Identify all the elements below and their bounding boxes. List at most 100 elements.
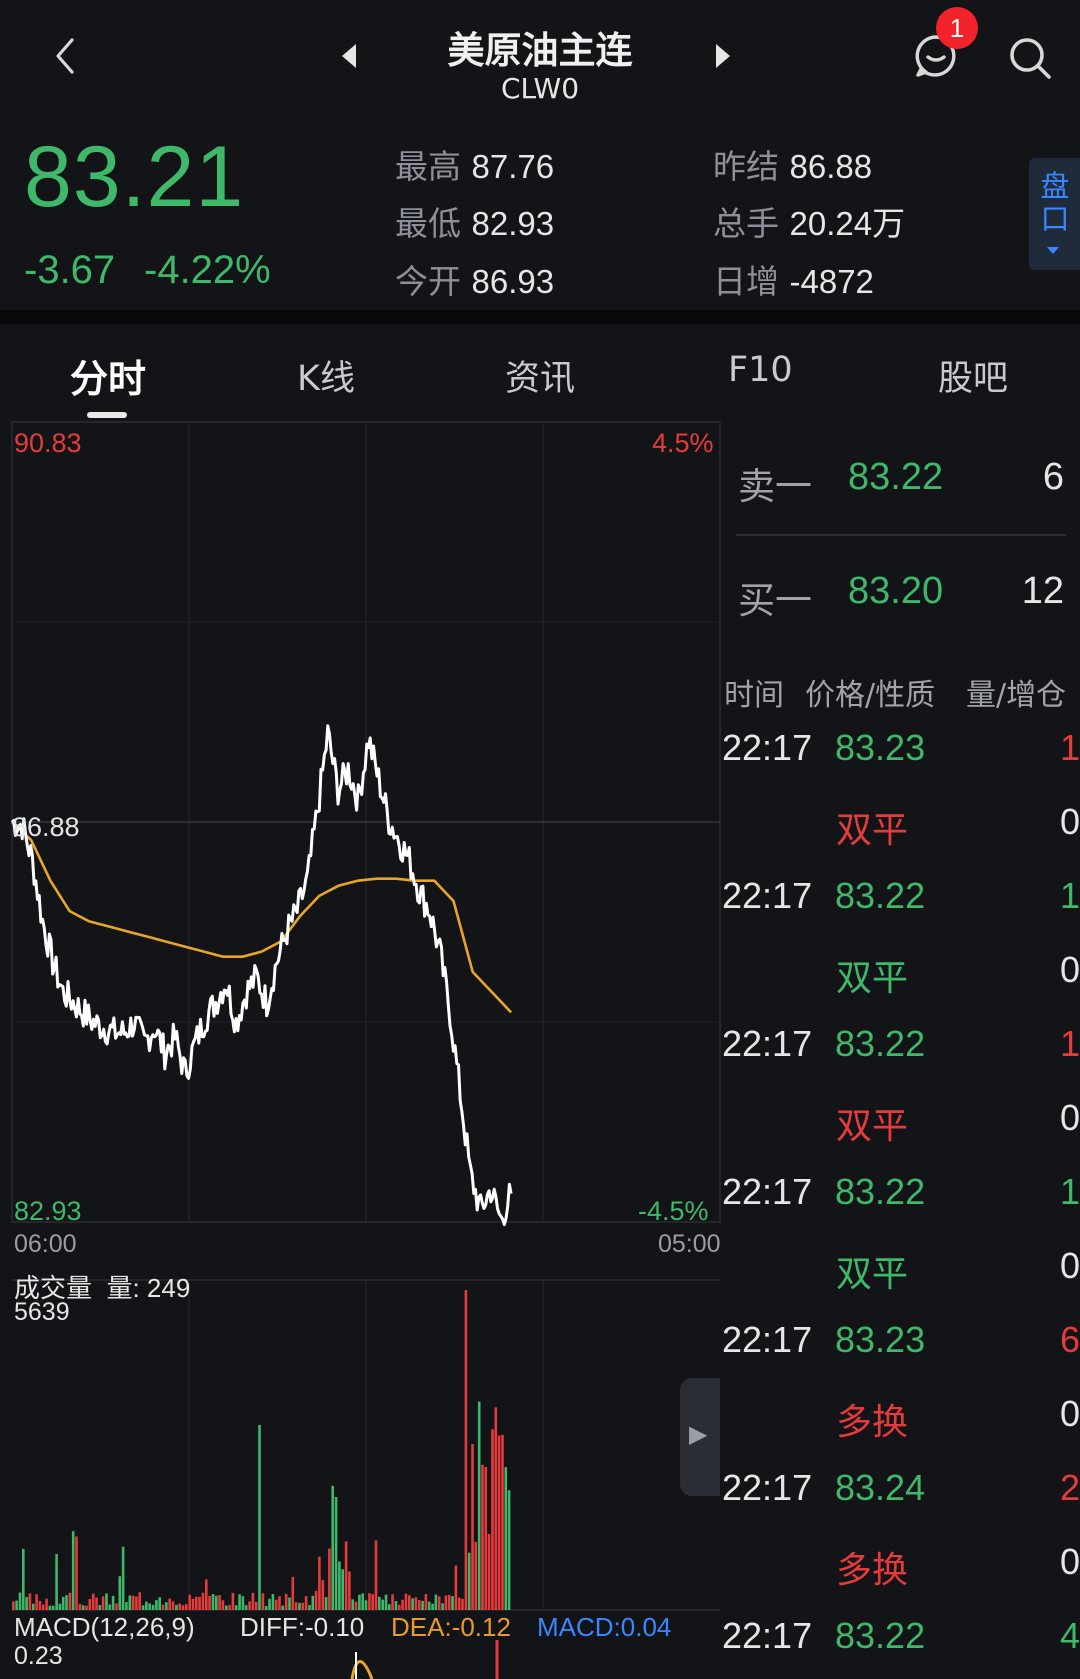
pankou-toggle[interactable]: 盘口 [1029, 158, 1080, 270]
volume-bar [484, 1467, 488, 1610]
volume-bar [464, 1290, 468, 1610]
volume-bar [128, 1595, 132, 1610]
volume-bar [497, 1435, 501, 1610]
trade-time: 22:17 [722, 727, 813, 768]
volume-bar [138, 1592, 141, 1610]
volume-bar [151, 1604, 155, 1610]
tab-f10[interactable]: F10 [728, 350, 793, 390]
diff-label: DIFF:-0.10 [240, 1612, 365, 1642]
tab-kline[interactable]: K线 [297, 350, 355, 401]
trade-price: 83.22 [835, 1171, 926, 1212]
volume-bar [108, 1604, 112, 1610]
volume-bar [85, 1605, 88, 1610]
volume-bar [238, 1594, 241, 1610]
volume-bar [145, 1601, 148, 1610]
price-lines [10, 724, 513, 1679]
tab-intraday[interactable]: 分时 [70, 348, 146, 403]
macd-max-label: 0.23 [14, 1642, 63, 1670]
intraday-chart[interactable] [0, 420, 722, 1679]
volume-bar [421, 1600, 424, 1610]
volume-bar [188, 1594, 191, 1610]
volume-bar [248, 1601, 251, 1610]
volume-bar [38, 1601, 42, 1610]
volume-bar [118, 1576, 122, 1610]
trade-nature: 双平 [836, 1254, 909, 1295]
chart-grid [11, 421, 721, 1611]
volume-bar [378, 1596, 381, 1610]
notification-badge: 1 [936, 7, 978, 49]
ask-label: 卖一 [738, 465, 812, 508]
price-change-pct: -4.22% [144, 248, 271, 292]
volume-bar [418, 1600, 421, 1610]
volume-bar [75, 1536, 78, 1610]
trade-price: 83.22 [835, 1023, 926, 1064]
volume-bar [231, 1592, 235, 1610]
volume-bar [487, 1534, 491, 1610]
volume-bar [121, 1546, 125, 1610]
stat-volume: 总手 20.24万 [713, 204, 906, 243]
volume-bar [111, 1595, 115, 1610]
volume-bar [68, 1592, 72, 1610]
volume-bar [384, 1594, 388, 1610]
volume-bar [318, 1556, 321, 1610]
trade-qty: 6 [1059, 1319, 1080, 1360]
volume-bar [228, 1605, 231, 1610]
collapse-panel-button[interactable]: ▶ [680, 1378, 720, 1496]
volume-bar [18, 1592, 22, 1610]
bid-label: 买一 [738, 579, 812, 622]
trades-header-time: 时间 [724, 678, 784, 713]
trade-oi-change: 0 [1059, 949, 1080, 990]
volume-bar [457, 1597, 461, 1610]
trade-price: 83.24 [835, 1467, 926, 1508]
volume-bar [28, 1593, 32, 1610]
volume-bar [51, 1605, 55, 1610]
volume-bar [348, 1571, 351, 1610]
bid-qty: 12 [1021, 570, 1064, 612]
volume-bar [391, 1594, 394, 1610]
trade-price: 83.23 [835, 727, 926, 768]
volume-bar [471, 1444, 474, 1610]
tab-news[interactable]: 资讯 [505, 350, 575, 401]
volume-bar [81, 1605, 85, 1610]
volume-bar [411, 1598, 414, 1610]
volume-bar [22, 1548, 25, 1610]
trade-time: 22:17 [722, 1467, 813, 1508]
trade-time: 22:17 [722, 1171, 813, 1212]
volume-bar [201, 1592, 205, 1610]
trade-oi-change: 0 [1059, 1097, 1080, 1138]
base-price-label: 86.88 [12, 812, 80, 842]
volume-bar [254, 1601, 258, 1610]
trade-nature: 多换 [836, 1550, 909, 1591]
volume-bar [158, 1597, 161, 1610]
tab-forum[interactable]: 股吧 [938, 350, 1008, 401]
volume-bar [15, 1600, 18, 1610]
next-contract-icon[interactable] [714, 42, 732, 70]
trade-oi-change: 0 [1059, 1393, 1080, 1434]
volume-bar [234, 1605, 238, 1610]
volume-bar [258, 1425, 261, 1610]
volume-bar [288, 1597, 291, 1610]
volume-bar [358, 1594, 361, 1610]
volume-bar [165, 1602, 168, 1610]
volume-bar [361, 1593, 364, 1610]
volume-bar [331, 1485, 334, 1610]
volume-bar [404, 1593, 408, 1610]
trade-qty: 1 [1059, 727, 1080, 768]
volume-bar [408, 1595, 411, 1610]
trade-time: 22:17 [722, 1615, 813, 1656]
volume-max-label: 5639 [14, 1298, 70, 1326]
trade-price: 83.22 [835, 875, 926, 916]
orderbook-separator [736, 534, 1066, 536]
macd-label: MACD(12,26,9) [14, 1612, 195, 1642]
volume-bar [414, 1597, 418, 1610]
top-bar: 美原油主连 CLW0 1 [0, 0, 1080, 110]
volume-bar [241, 1596, 245, 1610]
search-icon[interactable] [1006, 34, 1054, 82]
volume-bar [351, 1599, 354, 1610]
volume-bar [35, 1594, 38, 1610]
volume-bar [291, 1577, 295, 1610]
price-max-label: 90.83 [14, 428, 82, 458]
volume-bar [101, 1596, 105, 1610]
volume-bar [344, 1541, 348, 1610]
volume-bar [95, 1597, 98, 1610]
